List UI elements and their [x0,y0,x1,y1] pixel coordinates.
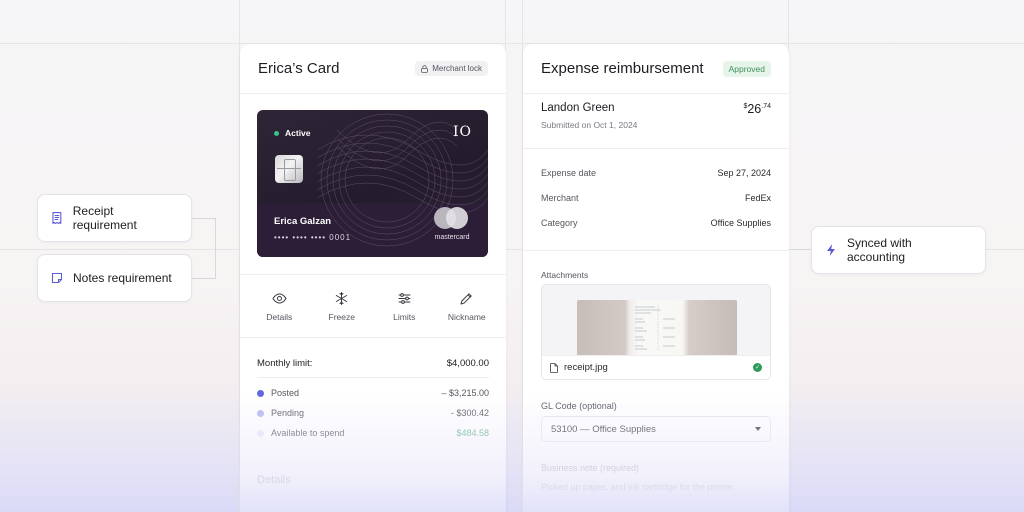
amount-whole: 26 [747,102,762,116]
submitter-name: Landon Green [541,102,615,114]
file-name: receipt.jpg [550,362,608,373]
action-label: Nickname [447,311,486,322]
gl-code-value: 53100 — Office Supplies [551,423,656,435]
chip-label: Notes requirement [73,271,172,285]
spend-value: $484.58 [456,428,489,438]
posted-row: Posted – $3,215.00 [257,386,489,400]
eye-icon [272,292,287,304]
card-status: Active [274,128,311,138]
receipt-text-lines [635,305,675,351]
connector-line [191,218,216,219]
business-note-label: Business note (required) [541,463,640,473]
posted-dot [257,389,264,397]
category-row: Category Office Supplies [541,218,771,232]
divider [523,148,789,149]
connector-line [191,278,216,279]
receipt-requirement-chip[interactable]: Receipt requirement [37,194,192,242]
lock-icon [421,64,429,73]
details-action[interactable]: Details [251,291,307,322]
mastercard-logo: mastercard [430,207,474,245]
freeze-action[interactable]: Freeze [314,291,370,322]
spend-label: Pending [271,408,305,418]
spend-label: Available to spend [271,428,345,438]
card-chip-icon [275,155,303,183]
sliders-icon [398,292,411,304]
field-label: Expense date [541,168,597,178]
approved-badge: Approved [722,60,771,77]
divider [523,250,789,251]
expense-amount: $26.74 [743,102,771,116]
action-label: Details [266,311,293,322]
field-value: Office Supplies [710,218,771,228]
attachments-label: Attachments [541,270,589,280]
submitter-block: Landon Green Submitted on Oct 1, 2024 $2… [541,102,771,152]
limits-action[interactable]: Limits [376,291,432,322]
field-value: Sep 27, 2024 [717,168,771,178]
snowflake-icon [336,291,348,305]
file-name-label: receipt.jpg [564,362,608,373]
mastercard-circle [446,207,468,229]
connector-line [215,218,216,279]
attachment-footer: receipt.jpg ✓ [542,355,770,379]
submitted-date: Submitted on Oct 1, 2024 [541,120,638,130]
card-panel-header: Erica’s Card Merchant lock [240,44,506,94]
action-label: Limits [393,311,416,322]
expense-panel-title: Expense reimbursement [541,60,704,77]
card-actions: Details Freeze Limits Nickname [240,274,506,338]
spend-label: Posted [271,388,300,398]
card-status-label: Active [285,128,311,138]
details-heading: Details [257,474,291,486]
pencil-icon [460,292,472,304]
available-dot [257,429,264,437]
pending-row: Pending - $300.42 [257,406,489,420]
monthly-limit-row: Monthly limit: $4,000.00 [257,354,489,378]
status-dot [274,130,279,136]
attachment-preview[interactable]: receipt.jpg ✓ [541,284,771,380]
gl-code-label: GL Code (optional) [541,401,617,411]
expense-panel: Expense reimbursement Approved Landon Gr… [523,44,789,512]
lightning-icon [827,244,835,256]
grid-line [0,43,1024,44]
notes-requirement-chip[interactable]: Notes requirement [37,254,192,302]
available-row: Available to spend $484.58 [257,426,489,440]
field-label: Merchant [541,193,579,203]
card-number: •••• •••• •••• 0001 [274,233,352,242]
receipt-thumbnail [577,300,737,356]
field-value: FedEx [744,193,771,203]
limit-label: Monthly limit: [257,358,313,369]
badge-label: Merchant lock [432,64,482,73]
expense-panel-header: Expense reimbursement Approved [523,44,789,94]
check-icon: ✓ [753,363,762,372]
file-icon [550,362,558,373]
chevron-down-icon [755,427,761,431]
gl-code-select[interactable]: 53100 — Office Supplies [541,416,771,442]
merchant-lock-badge[interactable]: Merchant lock [415,61,488,76]
chip-label: Synced with accounting [847,236,912,264]
card-panel: Erica’s Card Merchant lock Active IO Eri… [240,44,506,512]
note-icon [51,272,63,284]
chip-label: Receipt requirement [72,204,137,232]
cardholder-name: Erica Galzan [274,216,332,227]
credit-card[interactable]: Active IO Erica Galzan •••• •••• •••• 00… [257,110,488,257]
connector-line [788,249,812,250]
expense-date-row: Expense date Sep 27, 2024 [541,168,771,182]
limit-value: $4,000.00 [446,358,489,369]
merchant-row: Merchant FedEx [541,193,771,207]
receipt-icon [52,212,62,224]
card-panel-title: Erica’s Card [258,60,340,77]
field-label: Category [541,218,578,228]
network-label: mastercard [434,234,470,241]
business-note-text[interactable]: Picked up paper, and ink cartridge for t… [541,482,735,492]
amount-cents: .74 [761,103,771,110]
spend-value: – $3,215.00 [441,388,489,398]
spend-value: - $300.42 [450,408,489,418]
pending-dot [257,409,264,417]
nickname-action[interactable]: Nickname [439,291,495,322]
action-label: Freeze [328,311,355,322]
synced-accounting-chip[interactable]: Synced with accounting [811,226,986,274]
card-brand-logo: IO [452,124,472,140]
